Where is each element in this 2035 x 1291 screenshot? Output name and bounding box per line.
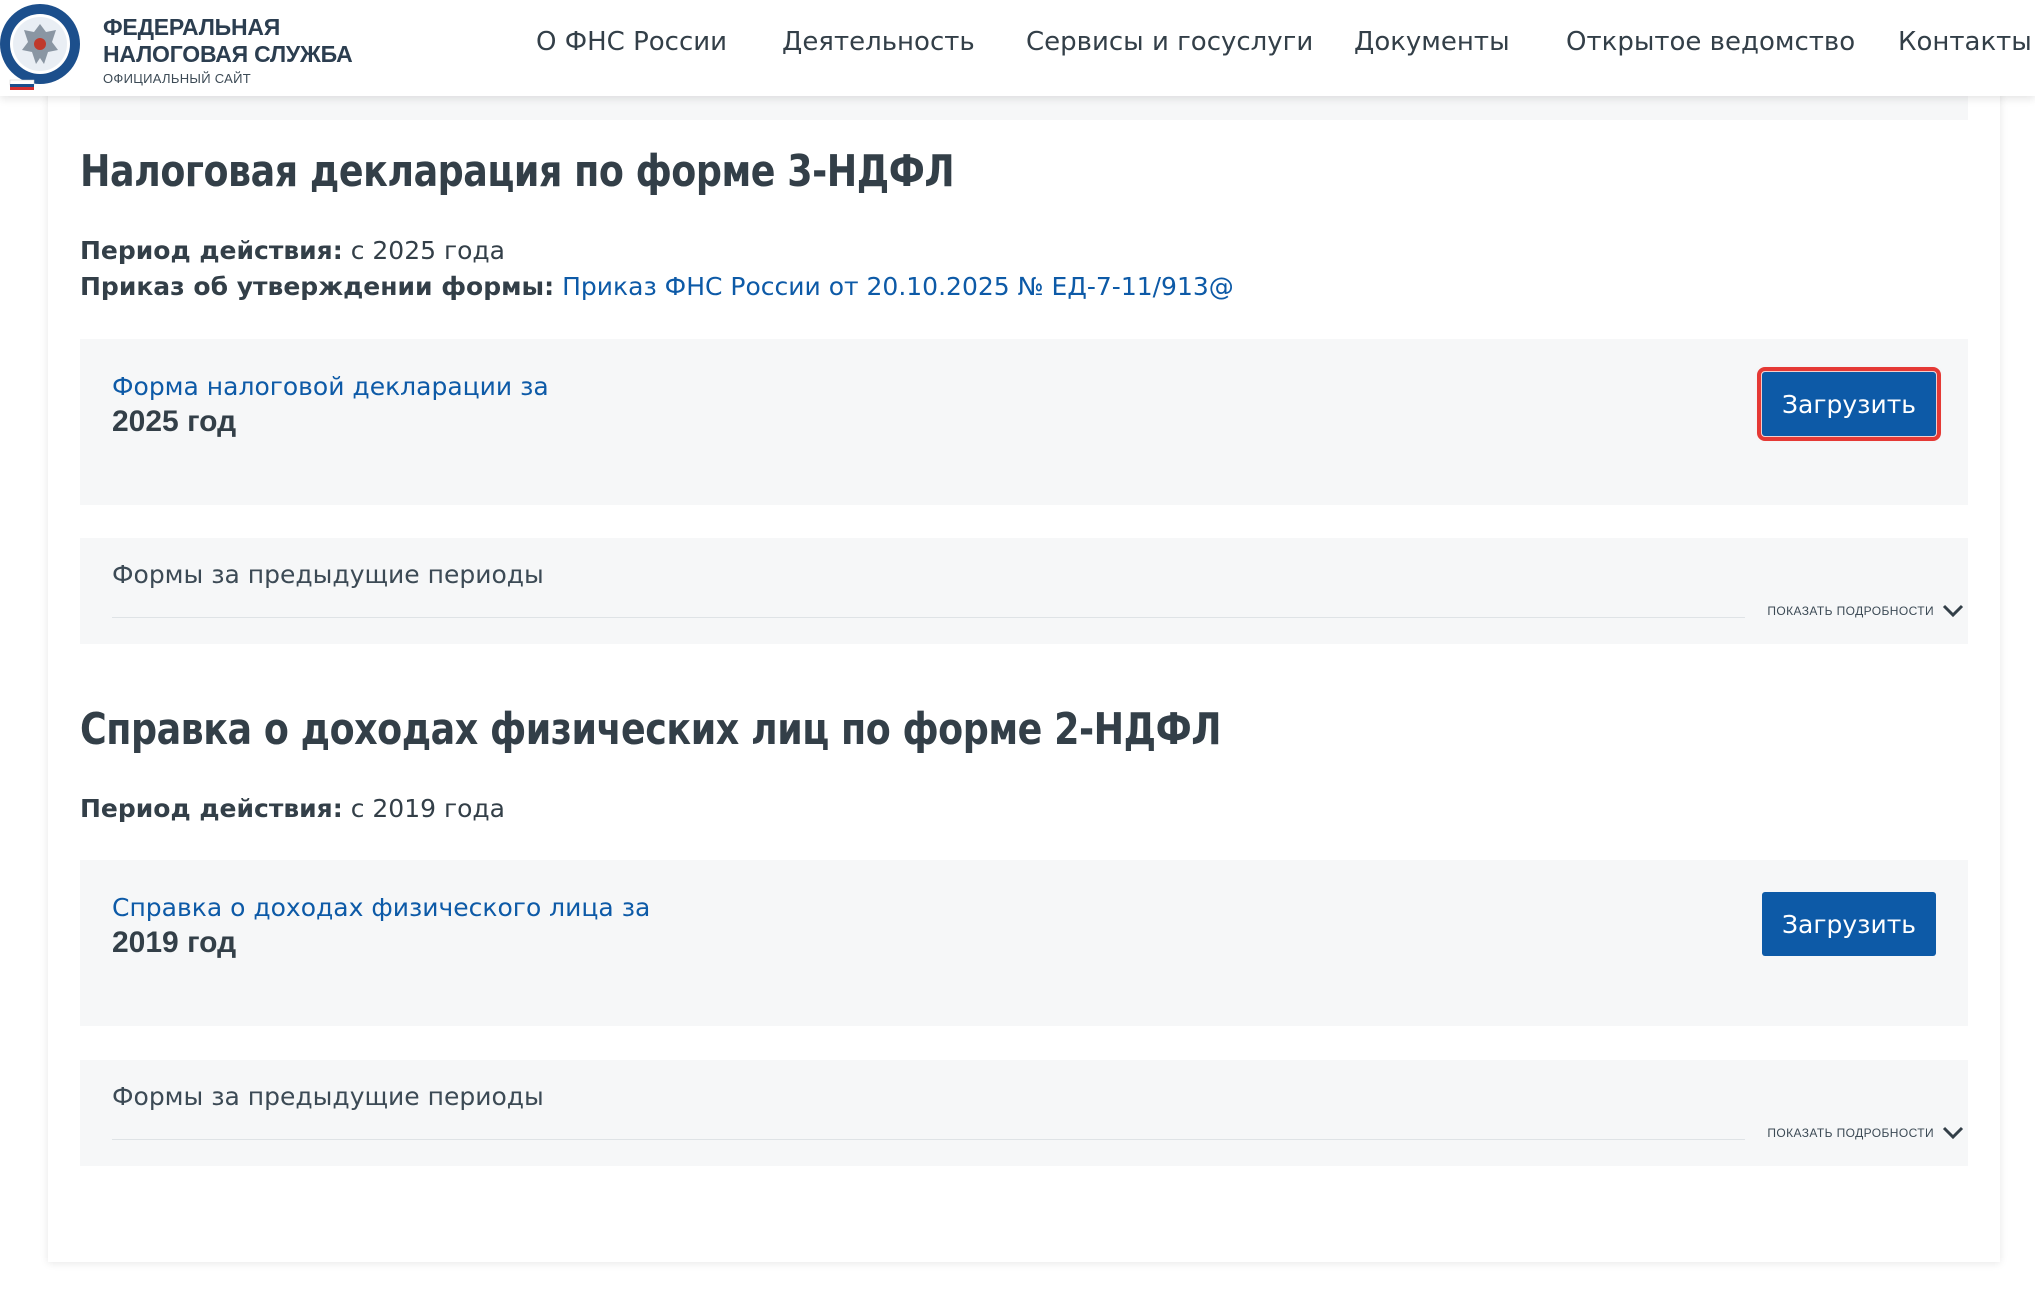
chevron-down-icon [1942,604,1964,618]
previous-forms-panel-3ndfl: Формы за предыдущие периоды показать под… [80,538,1968,644]
download-button-3ndfl[interactable]: Загрузить [1757,367,1941,441]
form-link-2ndfl[interactable]: Справка о доходах физического лица за [112,893,650,922]
period-value: с 2025 года [350,236,505,265]
period-label: Период действия: [80,794,343,823]
form-link-3ndfl[interactable]: Форма налоговой декларации за [112,372,549,401]
period-value: с 2019 года [350,794,505,823]
period-line-2ndfl: Период действия: с 2019 года [80,794,505,823]
show-details-label: показать подробности [1767,1126,1934,1140]
period-label: Период действия: [80,236,343,265]
section-title-3ndfl: Налоговая декларация по форме 3-НДФЛ [80,146,955,197]
order-line-3ndfl: Приказ об утверждении формы: Приказ ФНС … [80,272,1234,301]
logo-title-line1: ФЕДЕРАЛЬНАЯ [103,14,281,40]
show-details-label: показать подробности [1767,604,1934,618]
logo-title-line2: НАЛОГОВАЯ СЛУЖБА [103,41,353,67]
main-nav: О ФНС России Деятельность Сервисы и госу… [536,27,2032,67]
fns-emblem-icon[interactable] [0,0,84,90]
divider [112,1139,1745,1140]
form-year-3ndfl: 2025 год [112,405,237,438]
site-logo[interactable]: ФЕДЕРАЛЬНАЯ НАЛОГОВАЯ СЛУЖБА ОФИЦИАЛЬНЫЙ… [103,14,353,86]
nav-item-documents[interactable]: Документы [1354,27,1510,57]
nav-item-services[interactable]: Сервисы и госуслуги [1026,27,1313,57]
nav-item-contacts[interactable]: Контакты [1898,27,2032,57]
show-details-toggle[interactable]: показать подробности [1767,604,1964,618]
nav-item-activity[interactable]: Деятельность [782,27,975,57]
previous-forms-panel-2ndfl: Формы за предыдущие периоды показать под… [80,1060,1968,1166]
show-details-toggle[interactable]: показать подробности [1767,1126,1964,1140]
previous-forms-title: Формы за предыдущие периоды [112,560,544,589]
order-link[interactable]: Приказ ФНС России от 20.10.2025 № ЕД-7-1… [562,272,1234,301]
chevron-down-icon [1942,1126,1964,1140]
nav-item-open-agency[interactable]: Открытое ведомство [1566,27,1855,57]
section-title-2ndfl: Справка о доходах физических лиц по форм… [80,704,1222,755]
form-box-2ndfl: Справка о доходах физического лица за 20… [80,860,1968,1026]
site-header: ФЕДЕРАЛЬНАЯ НАЛОГОВАЯ СЛУЖБА ОФИЦИАЛЬНЫЙ… [0,0,2035,96]
logo-subtitle: ОФИЦИАЛЬНЫЙ САЙТ [103,71,252,86]
order-label: Приказ об утверждении формы: [80,272,555,301]
download-button-2ndfl[interactable]: Загрузить [1762,892,1936,956]
period-line-3ndfl: Период действия: с 2025 года [80,236,505,265]
form-year-2ndfl: 2019 год [112,926,237,959]
form-box-3ndfl: Форма налоговой декларации за 2025 год З… [80,339,1968,505]
nav-item-about[interactable]: О ФНС России [536,27,727,57]
divider [112,617,1745,618]
previous-forms-title: Формы за предыдущие периоды [112,1082,544,1111]
